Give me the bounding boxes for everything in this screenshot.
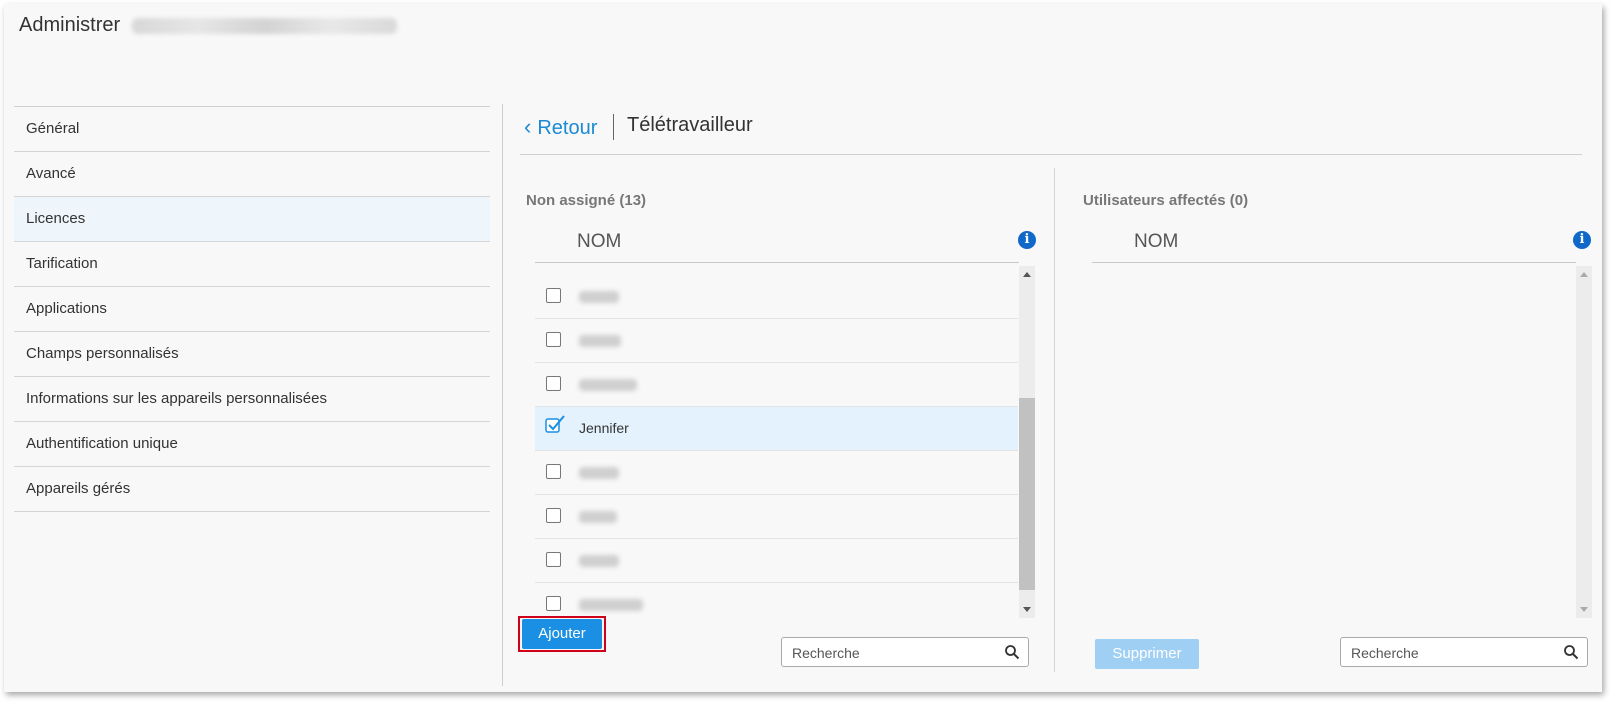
row-checkbox[interactable] [546, 552, 561, 567]
header-divider [520, 154, 1582, 155]
sidebar-item-applications[interactable]: Applications [14, 287, 490, 332]
redacted-name [579, 599, 643, 611]
scroll-thumb[interactable] [1019, 398, 1035, 590]
header-separator [613, 114, 614, 140]
unassigned-title: Non assigné (13) [526, 192, 647, 209]
list-item[interactable] [535, 583, 1018, 623]
panel-divider [1054, 168, 1055, 672]
redacted-name [579, 379, 637, 391]
unassigned-column-name[interactable]: NOM [577, 231, 621, 253]
row-checkbox[interactable] [546, 596, 561, 611]
row-checkbox[interactable] [546, 508, 561, 523]
sidebar-item-licences[interactable]: Licences [14, 197, 490, 242]
search-icon[interactable] [1004, 644, 1020, 660]
sidebar-item-managed-devices[interactable]: Appareils gérés [14, 467, 490, 512]
sidebar-item-custom-device-info[interactable]: Informations sur les appareils personnal… [14, 377, 490, 422]
assigned-scrollbar[interactable] [1576, 266, 1592, 618]
sidebar-item-pricing[interactable]: Tarification [14, 242, 490, 287]
unassigned-list: Jennifer [535, 275, 1018, 623]
redacted-name [579, 555, 619, 567]
unassigned-scrollbar[interactable] [1019, 266, 1035, 618]
assigned-list-top-border [1092, 262, 1576, 263]
unassigned-list-top-border [535, 262, 1019, 263]
list-item[interactable] [535, 363, 1018, 407]
remove-button[interactable]: Supprimer [1095, 639, 1199, 669]
info-icon[interactable]: i [1018, 231, 1036, 249]
redacted-name [579, 335, 621, 347]
scroll-down-icon[interactable] [1580, 607, 1588, 612]
back-link[interactable]: ‹ Retour [524, 114, 597, 140]
assigned-title: Utilisateurs affectés (0) [1083, 192, 1249, 209]
assigned-search [1340, 637, 1588, 667]
highlight-box [518, 616, 606, 652]
scroll-up-icon[interactable] [1023, 272, 1031, 277]
assigned-column-name[interactable]: NOM [1134, 231, 1178, 253]
row-checkbox[interactable] [546, 332, 561, 347]
chevron-left-icon: ‹ [524, 114, 532, 139]
check-icon[interactable] [543, 413, 567, 437]
sidebar-divider [502, 104, 503, 686]
sidebar-nav: Général Avancé Licences Tarification App… [14, 106, 490, 512]
info-icon[interactable]: i [1573, 231, 1591, 249]
list-item[interactable] [535, 539, 1018, 583]
unassigned-search-input[interactable] [790, 642, 1004, 664]
row-checkbox[interactable] [546, 464, 561, 479]
redacted-name [579, 511, 617, 523]
redacted-name [579, 467, 619, 479]
sidebar-item-advanced[interactable]: Avancé [14, 152, 490, 197]
sidebar-item-custom-fields[interactable]: Champs personnalisés [14, 332, 490, 377]
assigned-search-input[interactable] [1349, 642, 1563, 664]
list-item[interactable] [535, 319, 1018, 363]
page-header: Administrer [19, 14, 397, 37]
redacted-team-name [131, 17, 397, 34]
row-name: Jennifer [579, 420, 629, 436]
page-title: Télétravailleur [627, 114, 753, 136]
row-checkbox[interactable] [546, 288, 561, 303]
list-item-selected[interactable]: Jennifer [535, 407, 1018, 451]
sidebar-item-general[interactable]: Général [14, 107, 490, 152]
scroll-up-icon[interactable] [1580, 272, 1588, 277]
sidebar-item-sso[interactable]: Authentification unique [14, 422, 490, 467]
row-checkbox[interactable] [546, 376, 561, 391]
list-item[interactable] [535, 495, 1018, 539]
assigned-list [1092, 266, 1575, 618]
unassigned-search [781, 637, 1029, 667]
back-label: Retour [537, 117, 598, 139]
header-title: Administrer [19, 14, 121, 36]
list-item[interactable] [535, 275, 1018, 319]
scroll-down-icon[interactable] [1023, 607, 1031, 612]
search-icon[interactable] [1563, 644, 1579, 660]
list-item[interactable] [535, 451, 1018, 495]
redacted-name [579, 291, 619, 303]
